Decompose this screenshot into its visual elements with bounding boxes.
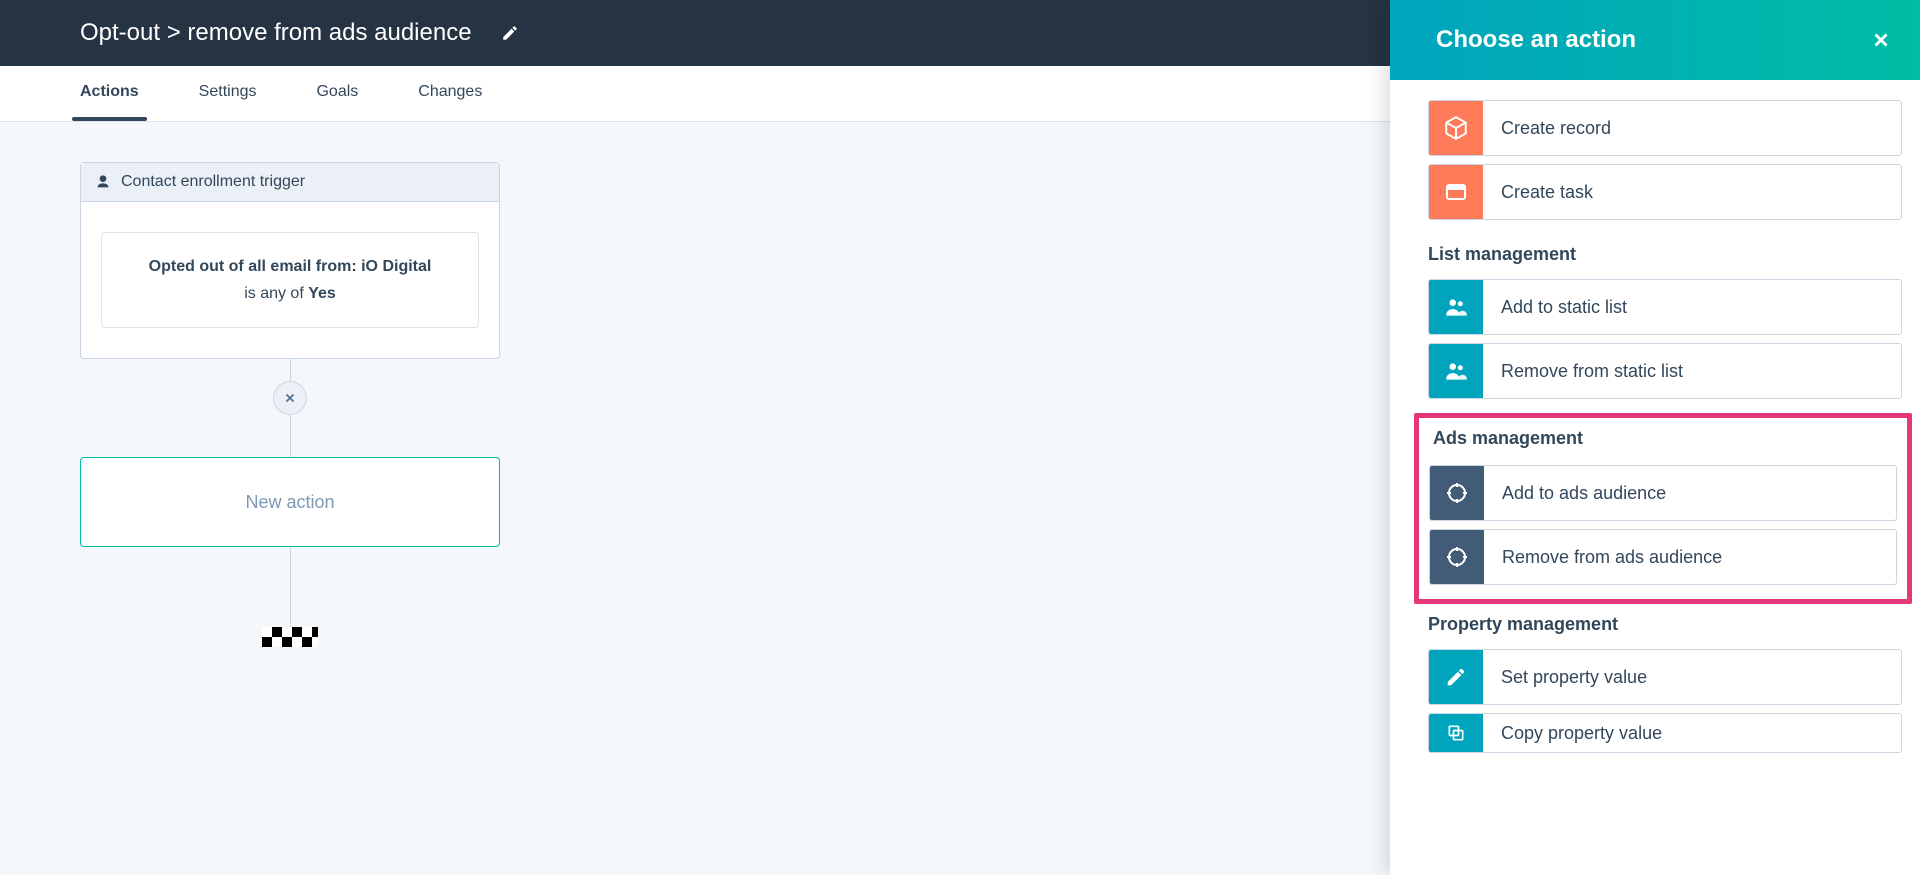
panel-close-button[interactable] <box>1870 29 1892 51</box>
action-label: Add to static list <box>1483 297 1627 318</box>
section-ads-management: Ads management <box>1433 428 1897 449</box>
new-action-placeholder[interactable]: New action <box>80 457 500 547</box>
trigger-criteria[interactable]: Opted out of all email from: iO Digital … <box>101 232 479 328</box>
action-label: Create record <box>1483 118 1611 139</box>
contact-icon <box>95 174 111 190</box>
connector-2 <box>80 547 500 647</box>
section-property-management: Property management <box>1428 614 1902 635</box>
target-icon <box>1430 530 1484 584</box>
trigger-body: Opted out of all email from: iO Digital … <box>81 202 499 358</box>
action-copy-property[interactable]: Copy property value <box>1428 713 1902 753</box>
new-action-label: New action <box>245 492 334 513</box>
action-label: Set property value <box>1483 667 1647 688</box>
cube-icon <box>1429 101 1483 155</box>
target-icon <box>1430 466 1484 520</box>
tab-actions[interactable]: Actions <box>80 83 139 105</box>
action-label: Copy property value <box>1483 723 1662 744</box>
tab-changes[interactable]: Changes <box>418 83 482 105</box>
section-list-management: List management <box>1428 244 1902 265</box>
action-panel: Choose an action Create record Create ta… <box>1390 0 1920 875</box>
action-label: Add to ads audience <box>1484 483 1666 504</box>
edit-title-button[interactable] <box>500 23 520 43</box>
panel-body[interactable]: Create record Create task List managemen… <box>1390 80 1920 875</box>
close-icon <box>1870 29 1892 51</box>
finish-flag-icon <box>262 627 318 647</box>
action-add-ads-audience[interactable]: Add to ads audience <box>1429 465 1897 521</box>
copy-icon <box>1429 713 1483 753</box>
action-create-record[interactable]: Create record <box>1428 100 1902 156</box>
action-remove-static-list[interactable]: Remove from static list <box>1428 343 1902 399</box>
panel-title: Choose an action <box>1436 26 1636 54</box>
trigger-header: Contact enrollment trigger <box>81 163 499 202</box>
connector-1 <box>80 359 500 457</box>
action-create-task[interactable]: Create task <box>1428 164 1902 220</box>
workflow-title: Opt-out > remove from ads audience <box>80 19 472 47</box>
close-icon <box>283 391 297 405</box>
action-label: Remove from static list <box>1483 361 1683 382</box>
edit-icon <box>1429 650 1483 704</box>
criteria-line2-value: Yes <box>308 285 336 302</box>
trigger-header-label: Contact enrollment trigger <box>121 173 305 191</box>
ads-management-highlight: Ads management Add to ads audience Remov… <box>1414 413 1912 604</box>
criteria-line1: Opted out of all email from: iO Digital <box>149 258 432 275</box>
action-set-property[interactable]: Set property value <box>1428 649 1902 705</box>
remove-step-button[interactable] <box>273 381 307 415</box>
action-remove-ads-audience[interactable]: Remove from ads audience <box>1429 529 1897 585</box>
action-label: Remove from ads audience <box>1484 547 1722 568</box>
tab-settings[interactable]: Settings <box>199 83 257 105</box>
enrollment-trigger-card[interactable]: Contact enrollment trigger Opted out of … <box>80 162 500 359</box>
panel-header: Choose an action <box>1390 0 1920 80</box>
window-icon <box>1429 165 1483 219</box>
people-icon <box>1429 344 1483 398</box>
criteria-line2-prefix: is any of <box>244 285 308 302</box>
tab-goals[interactable]: Goals <box>316 83 358 105</box>
people-icon <box>1429 280 1483 334</box>
action-add-static-list[interactable]: Add to static list <box>1428 279 1902 335</box>
pencil-icon <box>501 24 519 42</box>
action-label: Create task <box>1483 182 1593 203</box>
